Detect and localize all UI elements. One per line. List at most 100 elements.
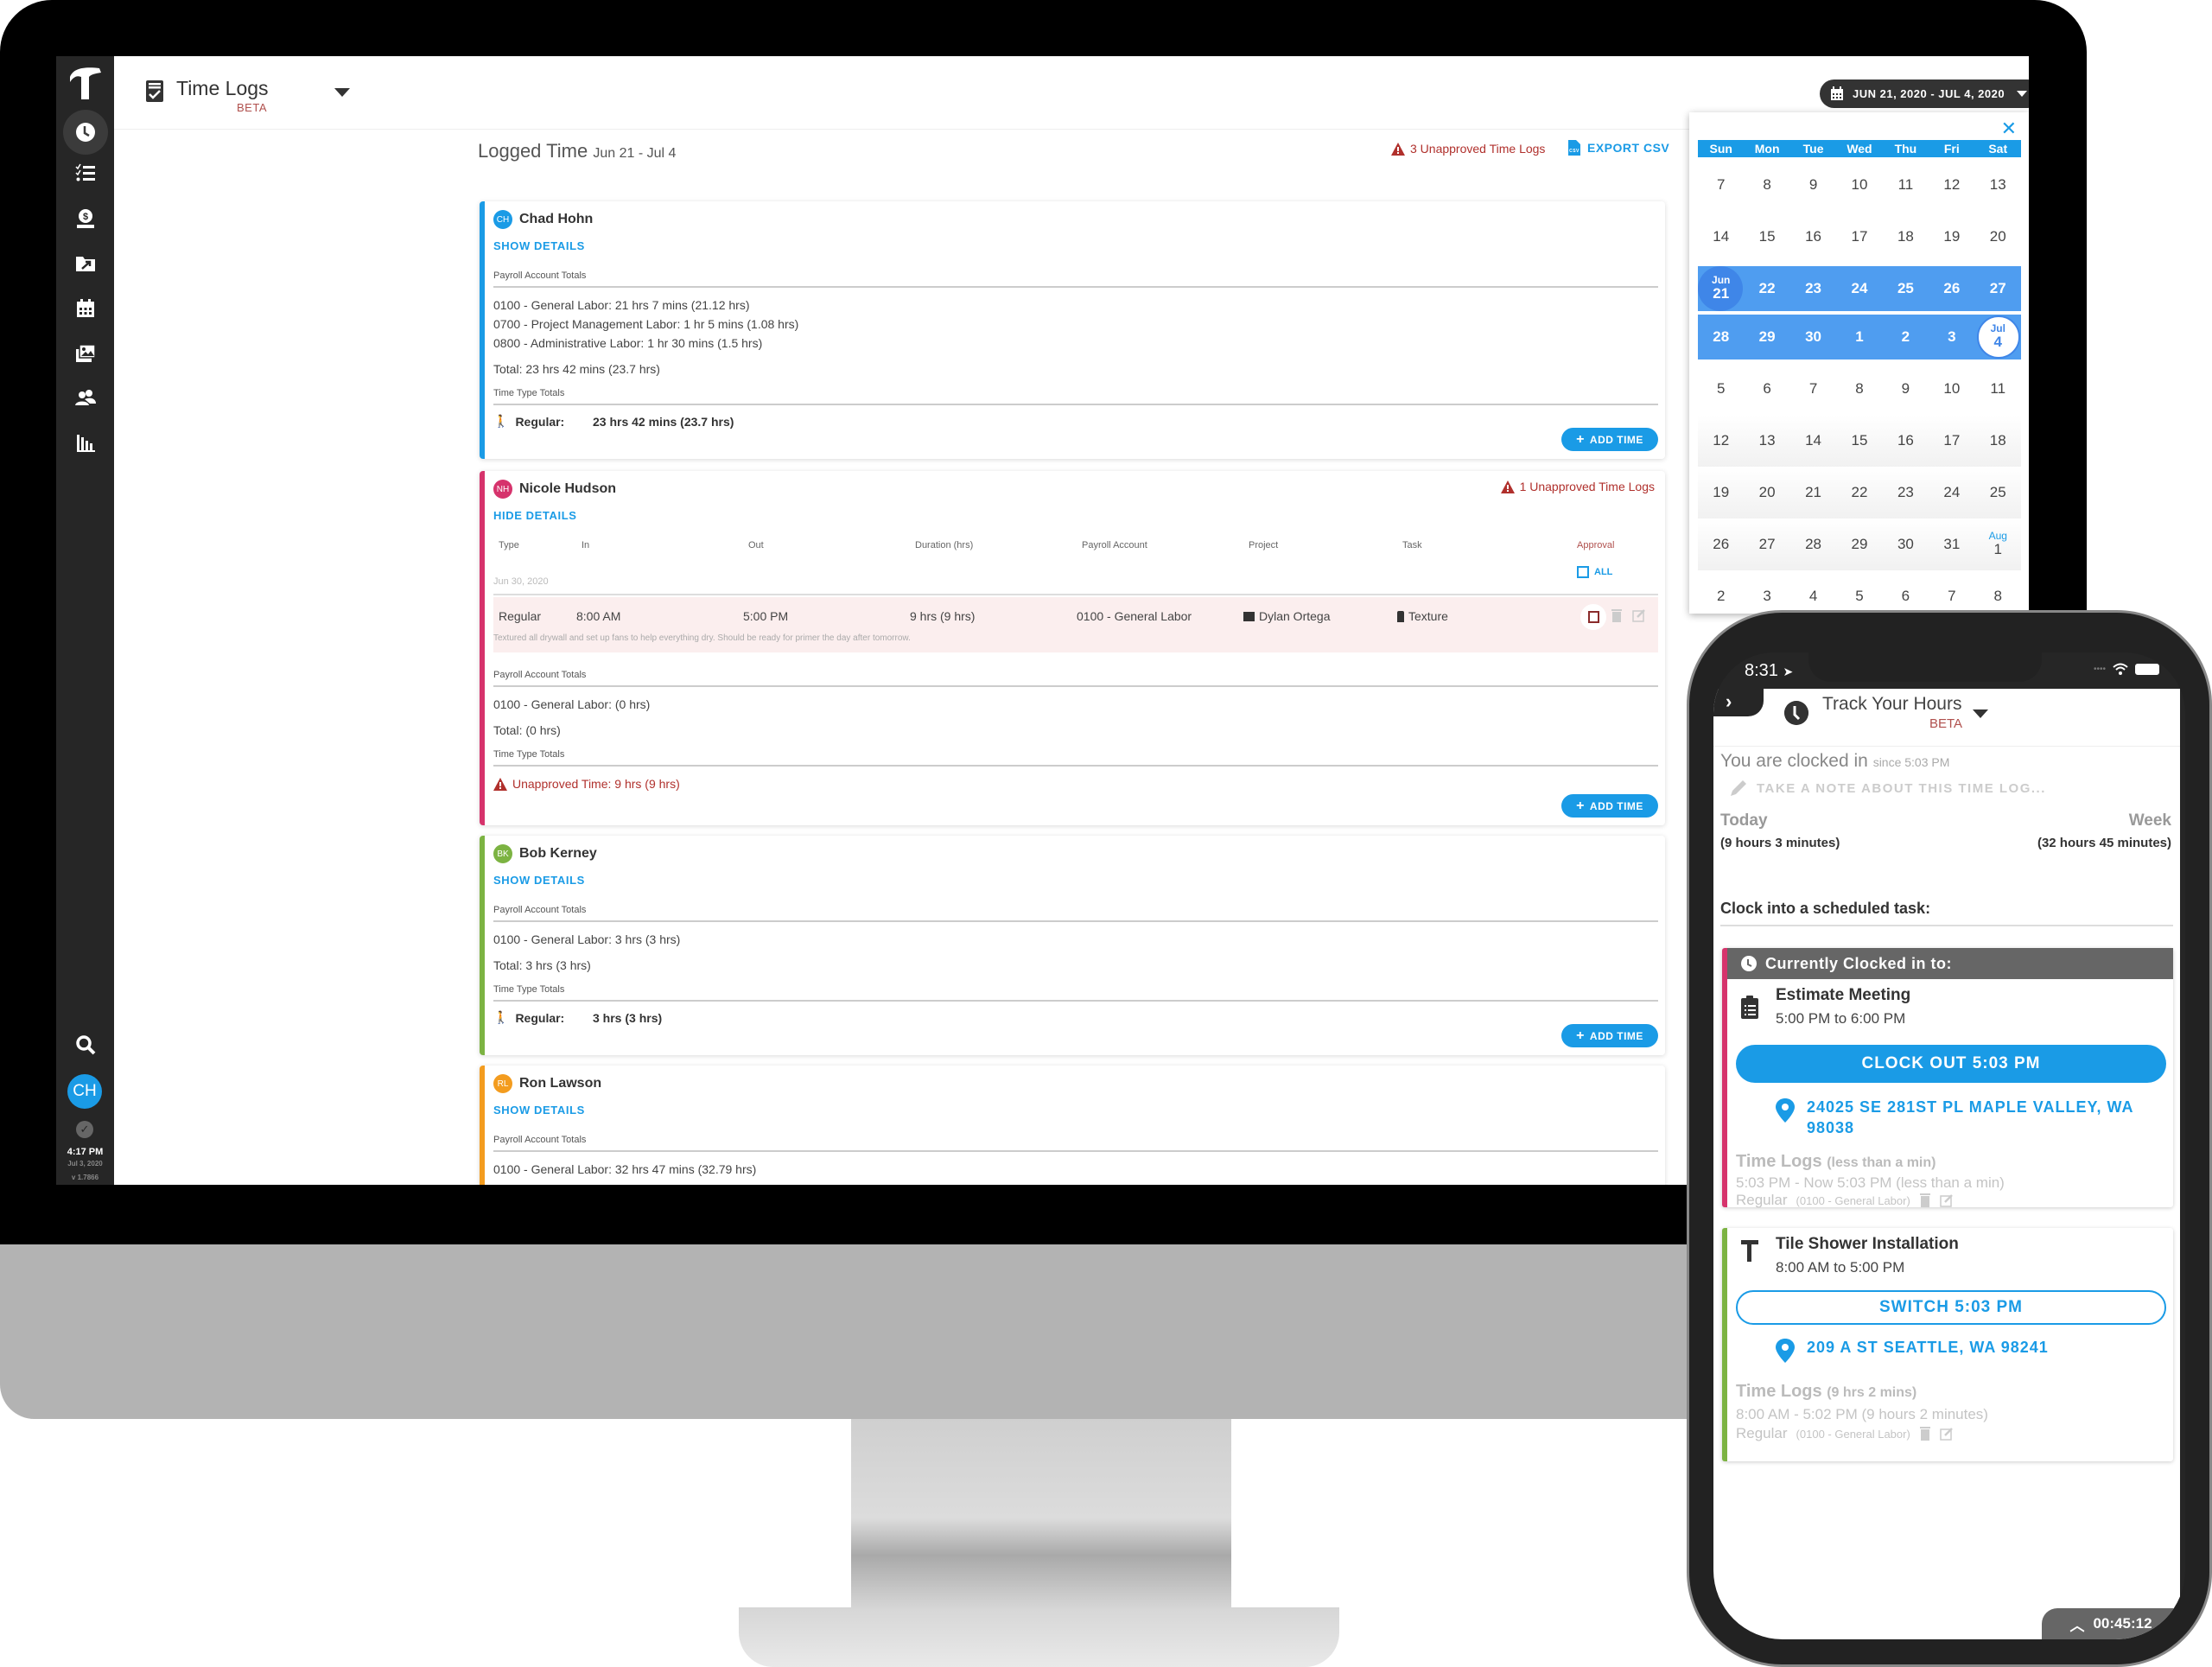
calendar-day[interactable]: 9 [1790, 159, 1836, 211]
running-timer-tab[interactable]: ︿ 00:45:12 [2042, 1608, 2180, 1639]
calendar-day[interactable]: 15 [1744, 211, 1789, 263]
trash-icon[interactable] [1610, 608, 1624, 622]
add-time-button[interactable]: + ADD TIME [1561, 1024, 1658, 1047]
page-title[interactable]: Time Logs [176, 77, 269, 100]
calendar-day[interactable]: 31 [1929, 519, 1974, 570]
calendar-day[interactable]: 25 [1975, 467, 2021, 519]
calendar-day[interactable]: 28 [1790, 519, 1836, 570]
calendar-day[interactable]: 26 [1929, 266, 1974, 311]
sidebar-item-calendar[interactable] [56, 286, 114, 331]
calendar-day[interactable]: 20 [1744, 467, 1789, 519]
sidebar-item-time[interactable] [56, 110, 114, 155]
sidebar-item-financials[interactable]: $ [56, 196, 114, 241]
calendar-day[interactable]: 30 [1790, 315, 1836, 359]
time-log-note-input[interactable]: TAKE A NOTE ABOUT THIS TIME LOG... [1729, 779, 2046, 798]
calendar-day[interactable]: 6 [1744, 363, 1789, 415]
trash-icon[interactable] [1919, 1427, 1931, 1441]
calendar-day[interactable]: 10 [1929, 363, 1974, 415]
calendar-day[interactable]: 5 [1698, 363, 1744, 415]
approve-checkbox[interactable] [1580, 604, 1606, 630]
calendar-day[interactable]: 16 [1883, 415, 1929, 467]
menu-toggle-button[interactable]: › [1713, 689, 1764, 716]
calendar-day[interactable]: 14 [1698, 211, 1744, 263]
calendar-day[interactable]: 14 [1790, 415, 1836, 467]
clock-out-button[interactable]: CLOCK OUT 5:03 PM [1736, 1045, 2166, 1083]
calendar-day[interactable]: 11 [1883, 159, 1929, 211]
user-avatar[interactable]: CH [67, 1074, 102, 1109]
calendar-day[interactable]: 24 [1929, 467, 1974, 519]
calendar-day[interactable]: Jun 21 [1698, 266, 1744, 311]
unapproved-time-logs-link[interactable]: 3 Unapproved Time Logs [1391, 142, 1545, 156]
calendar-day[interactable]: 5 [1836, 570, 1882, 614]
calendar-day[interactable]: 25 [1883, 266, 1929, 311]
sidebar-item-tasks[interactable] [56, 151, 114, 196]
switch-task-button[interactable]: SWITCH 5:03 PM [1736, 1290, 2166, 1325]
calendar-day[interactable]: 29 [1744, 315, 1789, 359]
hide-details-link[interactable]: HIDE DETAILS [493, 509, 577, 522]
close-icon[interactable]: ✕ [2001, 118, 2017, 140]
calendar-day[interactable]: 3 [1744, 570, 1789, 614]
add-time-button[interactable]: + ADD TIME [1561, 794, 1658, 818]
calendar-day[interactable]: 16 [1790, 211, 1836, 263]
show-details-link[interactable]: SHOW DETAILS [493, 874, 585, 887]
calendar-day[interactable]: 22 [1836, 467, 1882, 519]
add-time-button[interactable]: + ADD TIME [1561, 428, 1658, 451]
calendar-day[interactable]: 8 [1744, 159, 1789, 211]
calendar-day[interactable]: 24 [1836, 266, 1882, 311]
calendar-day[interactable]: 12 [1698, 415, 1744, 467]
calendar-day[interactable]: 2 [1883, 315, 1929, 359]
title-dropdown-caret-icon[interactable] [1973, 709, 1988, 718]
calendar-day[interactable]: 7 [1790, 363, 1836, 415]
calendar-day[interactable]: 23 [1790, 266, 1836, 311]
calendar-day[interactable]: 8 [1836, 363, 1882, 415]
calendar-day[interactable]: 11 [1975, 363, 2021, 415]
title-dropdown-caret-icon[interactable] [334, 88, 350, 97]
calendar-day[interactable]: 17 [1929, 415, 1974, 467]
calendar-day[interactable]: 10 [1836, 159, 1882, 211]
calendar-day[interactable]: 8 [1975, 570, 2021, 614]
calendar-day[interactable]: Jul 4 [1975, 315, 2021, 359]
calendar-day[interactable]: 7 [1698, 159, 1744, 211]
task-address-link[interactable]: 209 A ST SEATTLE, WA 98241 [1776, 1337, 2139, 1363]
show-details-link[interactable]: SHOW DETAILS [493, 239, 585, 252]
edit-icon[interactable] [1940, 1427, 1954, 1441]
calendar-day[interactable]: 21 [1790, 467, 1836, 519]
show-details-link[interactable]: SHOW DETAILS [493, 1104, 585, 1117]
calendar-day[interactable]: 19 [1929, 211, 1974, 263]
calendar-day[interactable]: 23 [1883, 467, 1929, 519]
calendar-day[interactable]: 26 [1698, 519, 1744, 570]
trash-icon[interactable] [1919, 1193, 1931, 1207]
calendar-day[interactable]: 6 [1883, 570, 1929, 614]
calendar-day[interactable]: 30 [1883, 519, 1929, 570]
calendar-day[interactable]: 13 [1975, 159, 2021, 211]
hammer-logo-icon[interactable] [65, 63, 105, 103]
calendar-day[interactable]: 12 [1929, 159, 1974, 211]
export-csv-button[interactable]: CSV EXPORT CSV [1568, 140, 1669, 156]
calendar-day[interactable]: 15 [1836, 415, 1882, 467]
phone-page-title[interactable]: Track Your Hours [1822, 694, 1961, 715]
calendar-day[interactable]: 19 [1698, 467, 1744, 519]
cell-task[interactable]: Texture [1397, 609, 1448, 623]
sidebar-item-reports[interactable] [56, 421, 114, 466]
calendar-day[interactable]: 17 [1836, 211, 1882, 263]
calendar-day[interactable]: 3 [1929, 315, 1974, 359]
task-address-link[interactable]: 24025 SE 281ST PL MAPLE VALLEY, WA 98038 [1776, 1097, 2139, 1138]
sidebar-item-projects[interactable] [56, 241, 114, 286]
calendar-day[interactable]: 1 [1836, 315, 1882, 359]
calendar-day[interactable]: 27 [1975, 266, 2021, 311]
search-button[interactable] [56, 1022, 114, 1067]
calendar-day[interactable]: 7 [1929, 570, 1974, 614]
calendar-day[interactable]: 20 [1975, 211, 2021, 263]
edit-icon[interactable] [1940, 1193, 1954, 1207]
calendar-day[interactable]: 29 [1836, 519, 1882, 570]
calendar-day[interactable]: 18 [1975, 415, 2021, 467]
calendar-day[interactable]: 22 [1744, 266, 1789, 311]
table-row[interactable]: Regular 8:00 AM 5:00 PM 9 hrs (9 hrs) 01… [493, 597, 1658, 652]
sidebar-item-photos[interactable] [56, 331, 114, 376]
unapproved-warning[interactable]: 1 Unapproved Time Logs [1500, 480, 1655, 493]
cell-project[interactable]: Dylan Ortega [1243, 609, 1330, 623]
calendar-day[interactable]: 4 [1790, 570, 1836, 614]
calendar-day[interactable]: 13 [1744, 415, 1789, 467]
edit-icon[interactable] [1632, 608, 1646, 622]
sidebar-item-contacts[interactable] [56, 376, 114, 421]
